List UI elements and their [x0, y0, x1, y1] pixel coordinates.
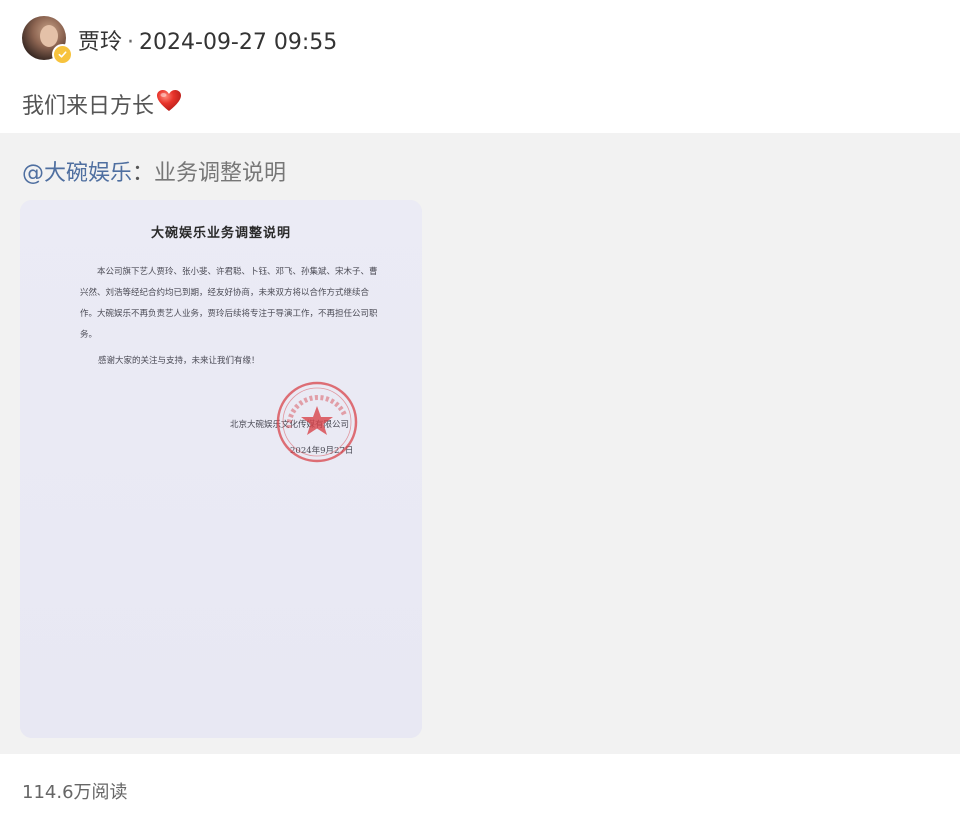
heart-icon	[156, 89, 182, 119]
document-thanks: 感谢大家的关注与支持，未来让我们有缘！	[98, 356, 260, 366]
repost-card[interactable]: @大碗娱乐：业务调整说明 大碗娱乐业务调整说明 本公司旗下艺人贾玲、张小斐、许君…	[0, 133, 960, 754]
document-paper: 大碗娱乐业务调整说明 本公司旗下艺人贾玲、张小斐、许君聪、卜钰、邓飞、孙集斌、宋…	[20, 200, 422, 738]
avatar-face	[40, 25, 58, 47]
repost-mention-link[interactable]: @大碗娱乐	[22, 161, 132, 186]
post-text: 我们来日方长	[22, 94, 155, 119]
post-timestamp[interactable]: 2024-09-27 09:55	[139, 30, 337, 55]
author-name[interactable]: 贾玲	[78, 30, 122, 55]
weibo-post: 贾玲 · 2024-09-27 09:55 我们来日方长 @大碗娱乐：业务调整说明	[0, 0, 960, 814]
company-seal-icon	[275, 380, 359, 468]
header-separator: ·	[127, 30, 135, 55]
avatar[interactable]	[22, 16, 73, 65]
post-header: 贾玲 · 2024-09-27 09:55	[78, 24, 337, 56]
repost-header: @大碗娱乐：业务调整说明	[22, 155, 286, 187]
repost-text: 业务调整说明	[154, 161, 287, 186]
repost-colon: ：	[132, 161, 155, 186]
verified-badge-icon	[52, 44, 73, 65]
document-image[interactable]: 大碗娱乐业务调整说明 本公司旗下艺人贾玲、张小斐、许君聪、卜钰、邓飞、孙集斌、宋…	[20, 200, 422, 738]
post-content: 我们来日方长	[22, 88, 182, 120]
read-count: 114.6万阅读	[22, 782, 128, 803]
document-body: 本公司旗下艺人贾玲、张小斐、许君聪、卜钰、邓飞、孙集斌、宋木子、曹兴然、刘浩等经…	[80, 267, 378, 340]
document-title: 大碗娱乐业务调整说明	[150, 226, 291, 241]
